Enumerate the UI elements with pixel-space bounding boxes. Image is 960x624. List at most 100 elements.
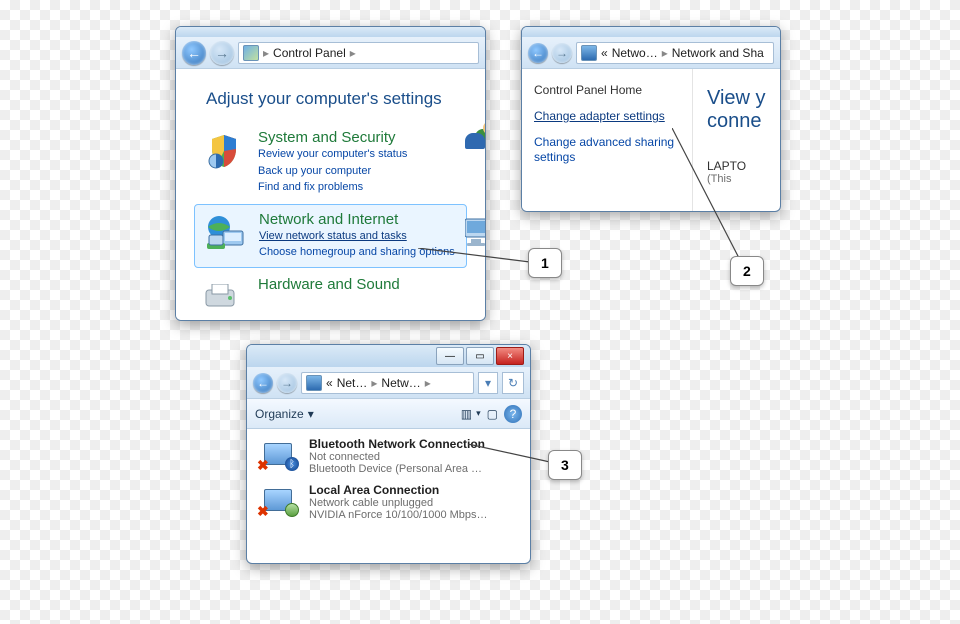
control-panel-icon — [243, 45, 259, 61]
sidebar-title: Control Panel Home — [534, 83, 680, 97]
arrow-right-icon: → — [215, 45, 229, 61]
window-titlebar — [176, 27, 485, 37]
network-icon — [306, 375, 322, 391]
shield-icon — [202, 129, 246, 173]
pane-heading-line2: conne — [707, 110, 780, 133]
organize-button[interactable]: Organize ▾ — [255, 407, 314, 421]
pane-heading-line1: View y — [707, 87, 780, 110]
category-text: Hardware and Sound — [258, 276, 400, 293]
forward-button[interactable]: → — [552, 43, 572, 63]
breadcrumb-root[interactable]: Control Panel — [271, 46, 348, 60]
views-button[interactable]: ▥ ▾ — [461, 407, 481, 421]
content-area: Adjust your computer's settings System a… — [176, 69, 485, 321]
connection-device: Bluetooth Device (Personal Area … — [309, 463, 485, 475]
nic-icon — [285, 503, 299, 517]
category-system-security[interactable]: System and Security Review your computer… — [194, 123, 467, 202]
breadcrumb[interactable]: « Netwo… ▸ Network and Sha — [576, 42, 774, 64]
arrow-right-icon: → — [281, 376, 293, 390]
help-button[interactable]: ? — [504, 405, 522, 423]
link-review-status[interactable]: Review your computer's status — [258, 146, 407, 163]
link-homegroup[interactable]: Choose homegroup and sharing options — [259, 244, 455, 261]
callout-1: 1 — [528, 248, 562, 278]
connection-device: NVIDIA nForce 10/100/1000 Mbps… — [309, 509, 488, 521]
preview-pane-button[interactable]: ▢ — [487, 407, 498, 421]
category-text: Network and Internet View network status… — [259, 211, 455, 261]
category-title[interactable]: Hardware and Sound — [258, 276, 400, 293]
content-area: Control Panel Home Change adapter settin… — [522, 69, 780, 211]
network-connections-window: — ▭ × ← → « Net… ▸ Netw… ▸ ▾ ↻ Organize … — [246, 344, 531, 564]
error-x-icon: ✖ — [257, 457, 271, 471]
connection-status: Network cable unplugged — [309, 497, 488, 509]
chevron-down-icon: ▾ — [308, 407, 314, 421]
back-button[interactable]: ← — [253, 373, 273, 393]
globe-network-icon — [203, 211, 247, 255]
list-item[interactable]: ✖ ᛒ Bluetooth Network Connection Not con… — [247, 433, 530, 479]
maximize-button[interactable]: ▭ — [466, 347, 494, 365]
appearance-icon — [465, 215, 486, 258]
window-titlebar — [522, 27, 780, 37]
chevron-right-icon: ▸ — [261, 46, 271, 60]
network-center-window: ← → « Netwo… ▸ Network and Sha Control P… — [521, 26, 781, 212]
list-item[interactable]: ✖ Local Area Connection Network cable un… — [247, 479, 530, 525]
link-backup[interactable]: Back up your computer — [258, 163, 407, 180]
forward-button[interactable]: → — [277, 373, 297, 393]
chevron-right-icon: ▸ — [660, 46, 670, 60]
callout-2: 2 — [730, 256, 764, 286]
ellipsis-icon: « — [599, 46, 610, 60]
breadcrumb-seg[interactable]: Network and Sha — [670, 46, 766, 60]
ellipsis-icon: « — [324, 376, 335, 390]
sidebar: Control Panel Home Change adapter settin… — [522, 69, 692, 211]
forward-button[interactable]: → — [210, 41, 234, 65]
nav-bar: ← → « Net… ▸ Netw… ▸ ▾ ↻ — [247, 367, 530, 399]
breadcrumb-dropdown[interactable]: ▾ — [478, 372, 498, 394]
link-advanced-sharing[interactable]: Change advanced sharing settings — [534, 135, 680, 166]
connection-title: Bluetooth Network Connection — [309, 437, 485, 451]
category-hardware-sound[interactable]: Hardware and Sound — [194, 270, 467, 322]
refresh-button[interactable]: ↻ — [502, 372, 524, 394]
breadcrumb[interactable]: « Net… ▸ Netw… ▸ — [301, 372, 474, 394]
chevron-right-icon: ▸ — [369, 376, 379, 390]
chevron-right-icon: ▸ — [348, 46, 358, 60]
connection-text: Bluetooth Network Connection Not connect… — [309, 437, 485, 475]
hostname: LAPTO — [707, 159, 780, 173]
connection-list: ✖ ᛒ Bluetooth Network Connection Not con… — [247, 429, 530, 529]
help-icon: ? — [510, 407, 517, 421]
breadcrumb-seg[interactable]: Netw… — [379, 376, 422, 390]
breadcrumb-seg[interactable]: Netwo… — [610, 46, 660, 60]
connection-icon: ✖ — [257, 483, 299, 517]
breadcrumb-seg[interactable]: Net… — [335, 376, 370, 390]
nav-bar: ← → « Netwo… ▸ Network and Sha — [522, 37, 780, 69]
host-sub: (This — [707, 173, 780, 185]
arrow-left-icon: ← — [257, 376, 269, 390]
connection-status: Not connected — [309, 451, 485, 463]
link-find-fix[interactable]: Find and fix problems — [258, 179, 407, 196]
callout-3: 3 — [548, 450, 582, 480]
arrow-left-icon: ← — [187, 45, 201, 61]
back-button[interactable]: ← — [182, 41, 206, 65]
chevron-down-icon: ▾ — [476, 408, 481, 419]
window-titlebar: — ▭ × — [247, 345, 530, 367]
back-button[interactable]: ← — [528, 43, 548, 63]
bluetooth-icon: ᛒ — [285, 457, 299, 471]
link-view-network-status[interactable]: View network status and tasks — [259, 228, 455, 245]
category-title[interactable]: Network and Internet — [259, 211, 455, 228]
window-controls: — ▭ × — [436, 347, 524, 365]
layout-icon: ▢ — [487, 407, 498, 421]
category-title[interactable]: System and Security — [258, 129, 407, 146]
control-panel-window: ← → ▸ Control Panel ▸ Adjust your comput… — [175, 26, 486, 321]
views-icon: ▥ — [461, 407, 472, 421]
network-icon — [581, 45, 597, 61]
link-change-adapter[interactable]: Change adapter settings — [534, 109, 680, 125]
minimize-button[interactable]: — — [436, 347, 464, 365]
page-title: Adjust your computer's settings — [206, 89, 467, 109]
arrow-left-icon: ← — [532, 46, 544, 60]
close-button[interactable]: × — [496, 347, 524, 365]
breadcrumb[interactable]: ▸ Control Panel ▸ — [238, 42, 479, 64]
printer-icon — [202, 276, 246, 320]
nav-bar: ← → ▸ Control Panel ▸ — [176, 37, 485, 69]
category-network-internet[interactable]: Network and Internet View network status… — [194, 204, 467, 268]
toolbar: Organize ▾ ▥ ▾ ▢ ? — [247, 399, 530, 429]
category-text: System and Security Review your computer… — [258, 129, 407, 196]
chevron-right-icon: ▸ — [423, 376, 433, 390]
main-pane: View y conne LAPTO (This — [692, 69, 780, 211]
